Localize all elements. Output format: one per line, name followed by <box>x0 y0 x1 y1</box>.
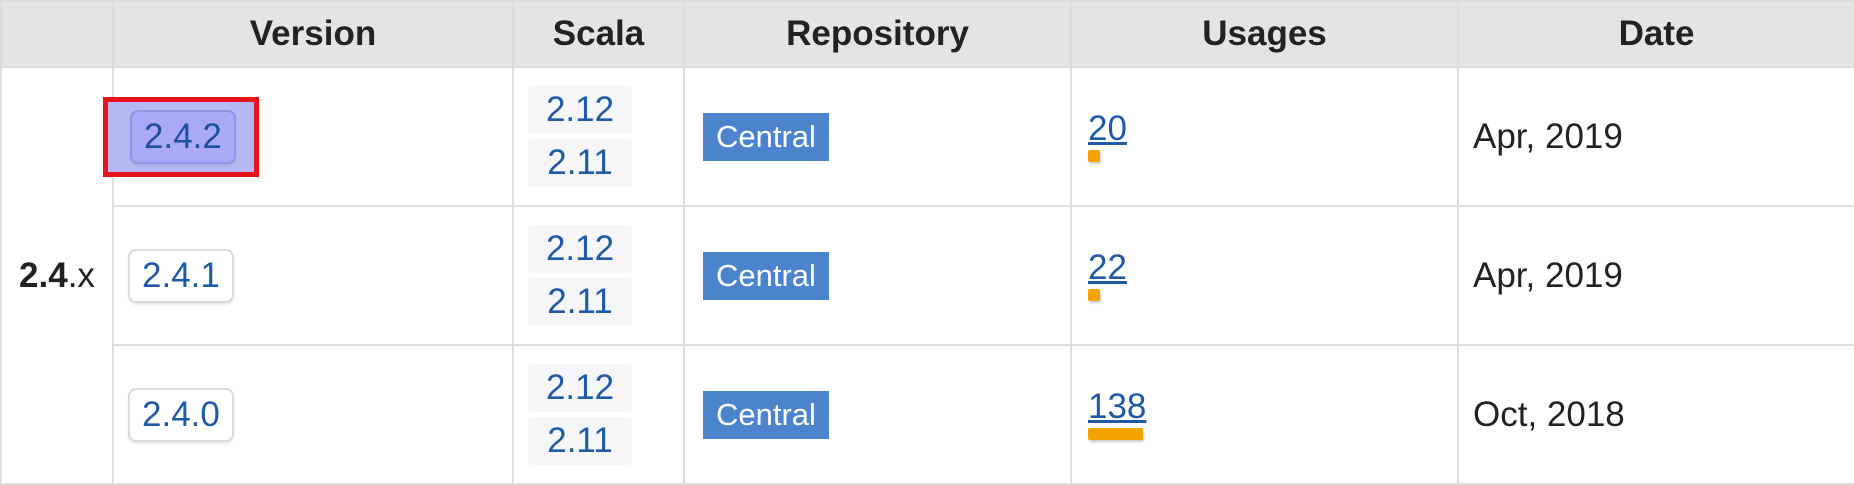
scala-version-link[interactable]: 2.12 <box>528 225 632 273</box>
scala-version-link[interactable]: 2.11 <box>528 278 632 326</box>
scala-cell: 2.12 2.11 <box>512 66 685 207</box>
usages-cell: 138 <box>1070 344 1459 485</box>
scala-version-link[interactable]: 2.11 <box>528 139 632 187</box>
usage-bar-track <box>1088 427 1288 442</box>
scala-cell: 2.12 2.11 <box>512 205 685 346</box>
version-link-2-4-2[interactable]: 2.4.2 <box>130 109 236 164</box>
header-group <box>0 0 114 68</box>
version-cell: 2.4.2 <box>103 66 514 207</box>
version-link-2-4-1[interactable]: 2.4.1 <box>128 248 234 303</box>
version-group-major: 2.4 <box>19 255 68 295</box>
version-group-suffix: .x <box>67 255 95 295</box>
version-link-2-4-0[interactable]: 2.4.0 <box>128 387 234 442</box>
version-cell: 2.4.1 <box>112 205 514 346</box>
version-cell: 2.4.0 <box>112 344 514 485</box>
scala-version-link[interactable]: 2.12 <box>528 364 632 412</box>
header-usages: Usages <box>1070 0 1459 68</box>
repository-badge-link[interactable]: Central <box>703 251 829 300</box>
usage-bar-track <box>1088 288 1288 303</box>
usages-link[interactable]: 138 <box>1088 387 1457 426</box>
table-row: 2.4.x 2.4.2 2.12 2.11 Central 20 Apr, 20… <box>0 66 1854 485</box>
usages-cell: 20 <box>1070 66 1459 207</box>
usage-bar <box>1088 288 1100 301</box>
repository-badge-link[interactable]: Central <box>703 390 829 439</box>
table-header-row: Version Scala Repository Usages Date <box>0 0 1854 68</box>
scala-version-link[interactable]: 2.11 <box>528 417 632 465</box>
versions-table: Version Scala Repository Usages Date 2.4… <box>0 0 1854 485</box>
usages-cell: 22 <box>1070 205 1459 346</box>
scala-cell: 2.12 2.11 <box>512 344 685 485</box>
release-date: Oct, 2018 <box>1457 344 1854 485</box>
version-group-label: 2.4.x <box>0 66 114 485</box>
header-date: Date <box>1457 0 1854 68</box>
release-date: Apr, 2019 <box>1457 205 1854 346</box>
table-row: 2.4.1 2.12 2.11 Central 22 Apr, 2019 <box>1 205 1854 346</box>
usage-bar <box>1088 149 1100 162</box>
header-scala: Scala <box>512 0 685 68</box>
usage-bar-track <box>1088 149 1288 164</box>
usages-link[interactable]: 22 <box>1088 248 1457 287</box>
usages-link[interactable]: 20 <box>1088 109 1457 148</box>
repository-cell: Central <box>683 66 1072 207</box>
header-version: Version <box>112 0 514 68</box>
selection-highlight: 2.4.2 <box>103 96 259 177</box>
repository-cell: Central <box>683 205 1072 346</box>
header-repository: Repository <box>683 0 1072 68</box>
release-date: Apr, 2019 <box>1457 66 1854 207</box>
repository-badge-link[interactable]: Central <box>703 112 829 161</box>
repository-cell: Central <box>683 344 1072 485</box>
scala-version-link[interactable]: 2.12 <box>528 86 632 134</box>
usage-bar <box>1088 427 1143 440</box>
table-row: 2.4.0 2.12 2.11 Central 138 Oct, 2018 <box>1 344 1854 485</box>
